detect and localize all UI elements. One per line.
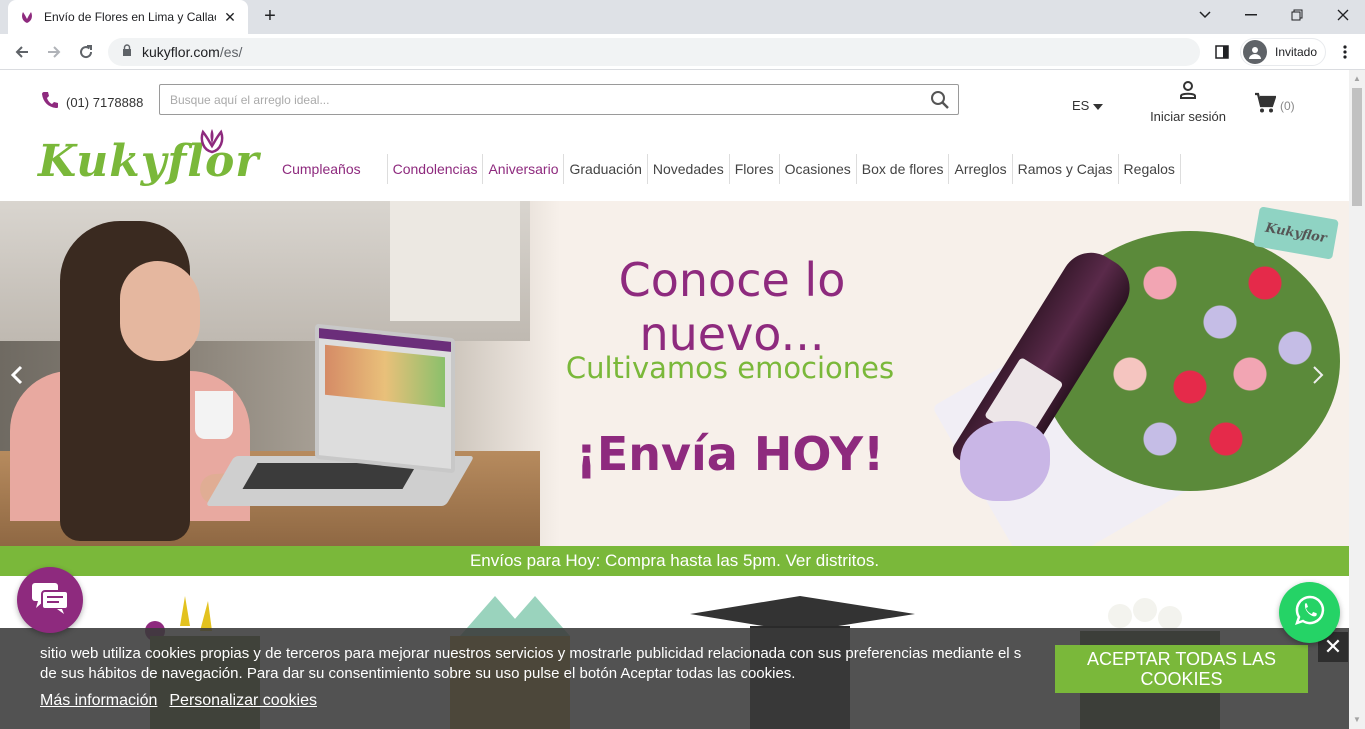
scroll-thumb[interactable] <box>1352 88 1362 206</box>
profile-name: Invitado <box>1275 45 1318 59</box>
user-icon <box>1178 81 1198 104</box>
banner-cta: ¡Envía HOY! <box>575 427 885 481</box>
url-text: kukyflor.com/es/ <box>142 44 242 60</box>
cookie-banner: sitio web utiliza cookies propias y de t… <box>0 628 1349 729</box>
back-icon[interactable] <box>10 40 34 64</box>
new-tab-icon[interactable]: + <box>258 5 282 29</box>
window-light <box>390 201 520 321</box>
phone-number: (01) 7178888 <box>66 95 144 110</box>
kukyflor-favicon-icon <box>18 8 36 26</box>
browser-tab[interactable]: Envío de Flores en Lima y Callao ✕ <box>8 0 248 34</box>
banner-photo-woman-laptop <box>0 201 560 546</box>
more-info-link[interactable]: Más información <box>40 692 157 710</box>
browser-tabstrip: Envío de Flores en Lima y Callao ✕ + <box>0 0 1365 34</box>
nav-item-cumpleaños[interactable]: Cumpleaños <box>276 154 388 184</box>
avatar-icon <box>1243 40 1267 64</box>
chat-button[interactable] <box>17 567 83 633</box>
cookie-text: sitio web utiliza cookies propias y de t… <box>40 645 1022 682</box>
nav-item-graduación[interactable]: Graduación <box>564 154 648 184</box>
nav-item-ocasiones[interactable]: Ocasiones <box>780 154 857 184</box>
delivery-notice[interactable]: Envíos para Hoy: Compra hasta las 5pm. V… <box>0 546 1349 576</box>
language-selector[interactable]: ES <box>1072 98 1104 113</box>
woman-face <box>120 261 200 361</box>
logo-text: Kukyflor <box>38 136 260 187</box>
search-box <box>159 84 959 115</box>
web-page: (01) 7178888 ES Iniciar sesión (0) Kukyf… <box>0 70 1349 729</box>
minimize-icon[interactable] <box>1228 0 1274 30</box>
scroll-up-icon[interactable]: ▲ <box>1349 72 1365 86</box>
tab-close-icon[interactable]: ✕ <box>222 9 238 25</box>
search-input[interactable] <box>160 85 900 114</box>
address-bar[interactable]: kukyflor.com/es/ <box>108 38 1200 66</box>
language-code: ES <box>1072 98 1090 113</box>
slide-prev-icon[interactable] <box>7 365 27 387</box>
caret-down-icon <box>1093 98 1104 113</box>
flower-logo-icon <box>198 128 226 159</box>
nav-item-aniversario[interactable]: Aniversario <box>483 154 565 184</box>
login-label: Iniciar sesión <box>1150 109 1226 124</box>
mug <box>195 391 233 439</box>
cart-count: (0) <box>1280 98 1295 113</box>
nav-item-flores[interactable]: Flores <box>730 154 780 184</box>
profile-button[interactable]: Invitado <box>1240 38 1327 66</box>
lock-icon[interactable] <box>122 43 132 61</box>
accept-cookies-button[interactable]: ACEPTAR TODAS LAS COOKIES <box>1055 645 1308 693</box>
url-domain: kukyflor.com <box>142 44 220 60</box>
whatsapp-icon <box>1294 594 1326 631</box>
nav-item-ramos-y-cajas[interactable]: Ramos y Cajas <box>1013 154 1119 184</box>
hero-banner[interactable]: Conoce lo nuevo... Cultivamos emociones … <box>0 201 1349 546</box>
slide-next-icon[interactable] <box>1308 365 1328 387</box>
search-icon[interactable] <box>930 90 950 115</box>
cart-link[interactable]: (0) <box>1254 92 1295 119</box>
cookie-links: Más información Personalizar cookies <box>40 692 317 710</box>
restore-icon[interactable] <box>1274 0 1320 30</box>
forward-icon[interactable] <box>42 40 66 64</box>
nav-item-arreglos[interactable]: Arreglos <box>949 154 1013 184</box>
menu-kebab-icon[interactable] <box>1333 40 1357 64</box>
side-panel-icon[interactable] <box>1210 40 1234 64</box>
url-path: /es/ <box>219 44 243 60</box>
nav-item-box-de-flores[interactable]: Box de flores <box>857 154 950 184</box>
login-link[interactable]: Iniciar sesión <box>1148 80 1228 124</box>
main-navigation: Cumpleaños Condolencias Aniversario Graduac… <box>276 154 1181 184</box>
banner-heading: Conoce lo nuevo... <box>618 253 846 361</box>
scroll-down-icon[interactable]: ▼ <box>1349 713 1365 727</box>
customize-cookies-link[interactable]: Personalizar cookies <box>169 692 317 710</box>
nav-item-novedades[interactable]: Novedades <box>648 154 730 184</box>
reload-icon[interactable] <box>74 40 98 64</box>
tab-title: Envío de Flores en Lima y Callao <box>44 10 216 24</box>
nav-item-condolencias[interactable]: Condolencias <box>388 154 484 184</box>
whatsapp-button[interactable] <box>1279 582 1340 643</box>
laptop-screen <box>315 323 455 474</box>
cart-icon <box>1254 92 1277 119</box>
kukyflor-logo[interactable]: Kukyflor <box>38 128 259 194</box>
banner-subheading: Cultivamos emociones <box>565 351 895 385</box>
page-scrollbar[interactable]: ▲ ▼ <box>1349 70 1365 729</box>
laptop-keyboard <box>242 463 418 489</box>
chat-bubble-icon <box>30 581 70 620</box>
phone-icon <box>40 90 60 115</box>
tab-search-icon[interactable] <box>1182 0 1228 30</box>
ribbon-bow <box>960 421 1050 501</box>
close-window-icon[interactable] <box>1320 0 1365 30</box>
browser-toolbar: kukyflor.com/es/ Invitado <box>0 34 1365 70</box>
nav-item-regalos[interactable]: Regalos <box>1119 154 1181 184</box>
phone-contact[interactable]: (01) 7178888 <box>40 90 143 115</box>
